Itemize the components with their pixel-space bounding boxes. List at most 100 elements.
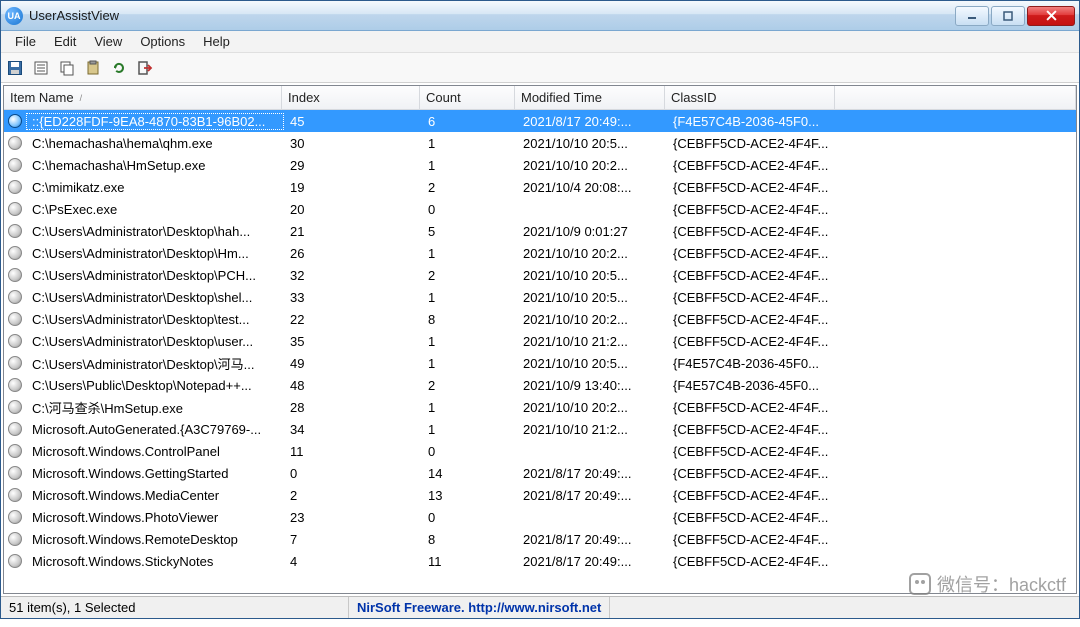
cell-item-name: C:\hemachasha\HmSetup.exe — [26, 158, 284, 173]
table-row[interactable]: C:\Users\Administrator\Desktop\hah...215… — [4, 220, 1076, 242]
cell-count: 1 — [422, 400, 517, 415]
table-row[interactable]: Microsoft.Windows.MediaCenter2132021/8/1… — [4, 484, 1076, 506]
header-item-name[interactable]: Item Name/ — [4, 86, 282, 109]
cell-index: 2 — [284, 488, 422, 503]
cell-index: 19 — [284, 180, 422, 195]
menu-edit[interactable]: Edit — [46, 32, 84, 51]
table-row[interactable]: C:\PsExec.exe200{CEBFF5CD-ACE2-4F4F... — [4, 198, 1076, 220]
table-row[interactable]: Microsoft.Windows.StickyNotes4112021/8/1… — [4, 550, 1076, 572]
cell-classid: {CEBFF5CD-ACE2-4F4F... — [667, 312, 837, 327]
table-row[interactable]: C:\Users\Administrator\Desktop\Hm...2612… — [4, 242, 1076, 264]
menu-options[interactable]: Options — [132, 32, 193, 51]
item-icon — [8, 422, 22, 436]
table-row[interactable]: C:\Users\Administrator\Desktop\河马...4912… — [4, 352, 1076, 374]
cell-item-name: C:\hemachasha\hema\qhm.exe — [26, 136, 284, 151]
table-row[interactable]: Microsoft.Windows.RemoteDesktop782021/8/… — [4, 528, 1076, 550]
item-icon — [8, 378, 22, 392]
clipboard-icon[interactable] — [83, 58, 103, 78]
cell-classid: {CEBFF5CD-ACE2-4F4F... — [667, 290, 837, 305]
table-row[interactable]: C:\hemachasha\hema\qhm.exe3012021/10/10 … — [4, 132, 1076, 154]
item-icon — [8, 158, 22, 172]
cell-count: 2 — [422, 268, 517, 283]
cell-modified-time: 2021/8/17 20:49:... — [517, 466, 667, 481]
close-button[interactable] — [1027, 6, 1075, 26]
cell-modified-time: 2021/10/10 20:5... — [517, 356, 667, 371]
cell-item-name: C:\河马查杀\HmSetup.exe — [26, 398, 284, 417]
cell-count: 2 — [422, 378, 517, 393]
cell-index: 4 — [284, 554, 422, 569]
table-row[interactable]: C:\mimikatz.exe1922021/10/4 20:08:...{CE… — [4, 176, 1076, 198]
table-row[interactable]: C:\河马查杀\HmSetup.exe2812021/10/10 20:2...… — [4, 396, 1076, 418]
menu-view[interactable]: View — [86, 32, 130, 51]
header-index[interactable]: Index — [282, 86, 420, 109]
item-icon — [8, 444, 22, 458]
cell-classid: {CEBFF5CD-ACE2-4F4F... — [667, 202, 837, 217]
cell-index: 21 — [284, 224, 422, 239]
table-row[interactable]: Microsoft.Windows.ControlPanel110{CEBFF5… — [4, 440, 1076, 462]
table-row[interactable]: C:\Users\Public\Desktop\Notepad++...4822… — [4, 374, 1076, 396]
cell-modified-time: 2021/10/10 20:5... — [517, 136, 667, 151]
cell-classid: {CEBFF5CD-ACE2-4F4F... — [667, 246, 837, 261]
table-row[interactable]: Microsoft.AutoGenerated.{A3C79769-...341… — [4, 418, 1076, 440]
cell-index: 23 — [284, 510, 422, 525]
table-row[interactable]: C:\hemachasha\HmSetup.exe2912021/10/10 2… — [4, 154, 1076, 176]
cell-classid: {F4E57C4B-2036-45F0... — [667, 378, 837, 393]
cell-classid: {CEBFF5CD-ACE2-4F4F... — [667, 510, 837, 525]
item-icon — [8, 312, 22, 326]
refresh-icon[interactable] — [109, 58, 129, 78]
item-icon — [8, 246, 22, 260]
cell-index: 30 — [284, 136, 422, 151]
cell-classid: {F4E57C4B-2036-45F0... — [667, 114, 837, 129]
table-row[interactable]: C:\Users\Administrator\Desktop\shel...33… — [4, 286, 1076, 308]
minimize-button[interactable] — [955, 6, 989, 26]
table-row[interactable]: C:\Users\Administrator\Desktop\test...22… — [4, 308, 1076, 330]
item-icon — [8, 114, 22, 128]
cell-index: 11 — [284, 444, 422, 459]
cell-item-name: C:\Users\Administrator\Desktop\Hm... — [26, 246, 284, 261]
window-controls — [953, 6, 1075, 26]
cell-count: 1 — [422, 246, 517, 261]
cell-modified-time: 2021/10/10 21:2... — [517, 334, 667, 349]
cell-classid: {CEBFF5CD-ACE2-4F4F... — [667, 422, 837, 437]
cell-classid: {CEBFF5CD-ACE2-4F4F... — [667, 180, 837, 195]
cell-modified-time: 2021/10/10 20:2... — [517, 158, 667, 173]
cell-modified-time: 2021/10/10 20:2... — [517, 400, 667, 415]
listview-header: Item Name/ Index Count Modified Time Cla… — [4, 86, 1076, 110]
statusbar: 51 item(s), 1 Selected NirSoft Freeware.… — [1, 596, 1079, 618]
exit-icon[interactable] — [135, 58, 155, 78]
titlebar[interactable]: UA UserAssistView — [1, 1, 1079, 31]
menu-help[interactable]: Help — [195, 32, 238, 51]
header-count[interactable]: Count — [420, 86, 515, 109]
menu-file[interactable]: File — [7, 32, 44, 51]
cell-item-name: C:\PsExec.exe — [26, 202, 284, 217]
cell-index: 22 — [284, 312, 422, 327]
status-credit[interactable]: NirSoft Freeware. http://www.nirsoft.net — [349, 597, 610, 618]
table-row[interactable]: ::{ED228FDF-9EA8-4870-83B1-96B02...45620… — [4, 110, 1076, 132]
cell-modified-time: 2021/10/9 13:40:... — [517, 378, 667, 393]
table-row[interactable]: Microsoft.Windows.GettingStarted0142021/… — [4, 462, 1076, 484]
toolbar — [1, 53, 1079, 83]
header-classid[interactable]: ClassID — [665, 86, 835, 109]
cell-index: 7 — [284, 532, 422, 547]
cell-item-name: C:\Users\Administrator\Desktop\PCH... — [26, 268, 284, 283]
cell-index: 45 — [284, 114, 422, 129]
table-row[interactable]: C:\Users\Administrator\Desktop\PCH...322… — [4, 264, 1076, 286]
copy-icon[interactable] — [57, 58, 77, 78]
table-row[interactable]: C:\Users\Administrator\Desktop\user...35… — [4, 330, 1076, 352]
maximize-button[interactable] — [991, 6, 1025, 26]
cell-item-name: C:\Users\Administrator\Desktop\hah... — [26, 224, 284, 239]
menubar: File Edit View Options Help — [1, 31, 1079, 53]
cell-modified-time: 2021/10/10 20:2... — [517, 246, 667, 261]
cell-item-name: C:\Users\Administrator\Desktop\user... — [26, 334, 284, 349]
item-icon — [8, 290, 22, 304]
save-icon[interactable] — [5, 58, 25, 78]
cell-modified-time: 2021/10/9 0:01:27 — [517, 224, 667, 239]
cell-count: 1 — [422, 136, 517, 151]
cell-item-name: Microsoft.Windows.PhotoViewer — [26, 510, 284, 525]
properties-icon[interactable] — [31, 58, 51, 78]
item-icon — [8, 202, 22, 216]
header-modified-time[interactable]: Modified Time — [515, 86, 665, 109]
listview-body[interactable]: ::{ED228FDF-9EA8-4870-83B1-96B02...45620… — [4, 110, 1076, 593]
cell-item-name: C:\mimikatz.exe — [26, 180, 284, 195]
table-row[interactable]: Microsoft.Windows.PhotoViewer230{CEBFF5C… — [4, 506, 1076, 528]
